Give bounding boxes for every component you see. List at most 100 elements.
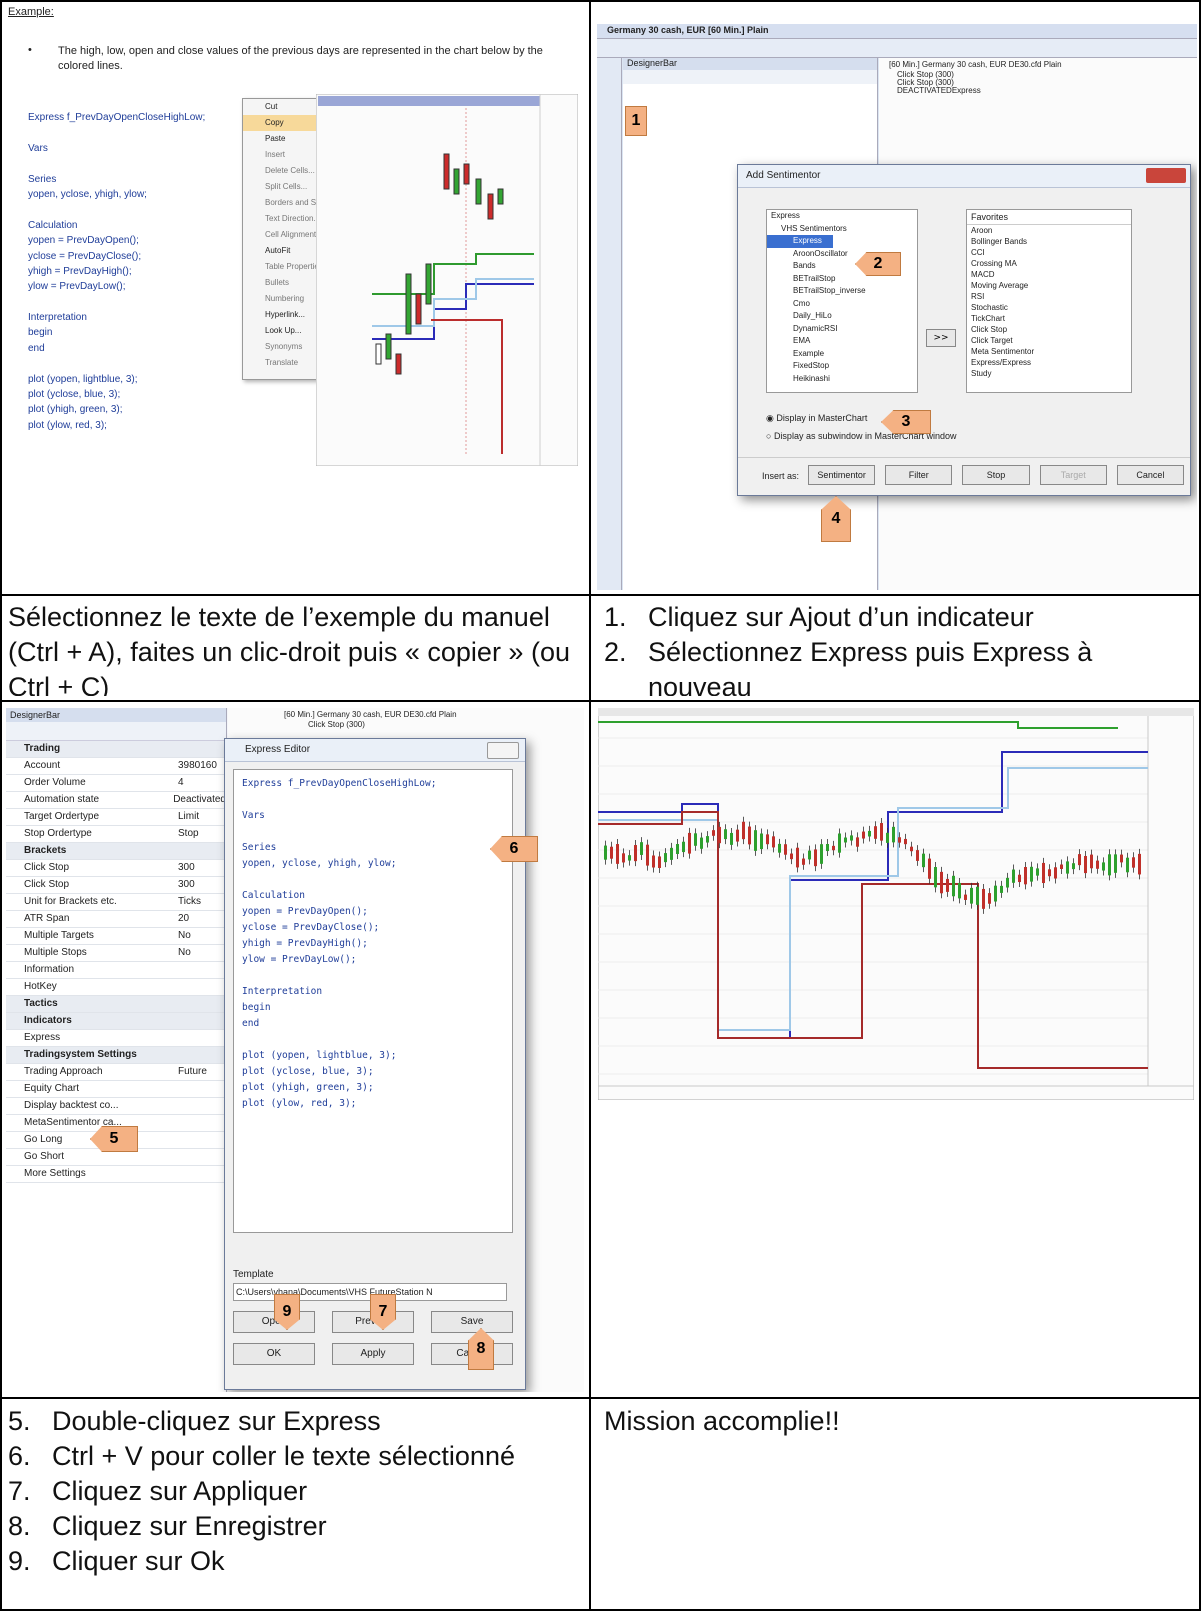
property-row[interactable]: HotKey [6, 979, 226, 996]
tree-item[interactable]: BETrailStop_inverse [767, 285, 917, 298]
editor-code-line [242, 968, 504, 984]
favorite-item[interactable]: Meta Sentimentor [967, 346, 1131, 357]
tree-item[interactable]: Example [767, 348, 917, 361]
property-row[interactable]: Automation state Deactivated [6, 792, 226, 809]
property-row[interactable]: Information [6, 962, 226, 979]
candle [1060, 864, 1063, 870]
property-row[interactable]: Unit for Brackets etc. Ticks [6, 894, 226, 911]
tree-item[interactable]: EMA [767, 335, 917, 348]
add-sentimentor-dialog: Add Sentimentor Express VHS Sentimentors E… [737, 164, 1191, 496]
favorite-item[interactable]: Click Target [967, 335, 1131, 346]
property-row[interactable]: Trading Approach Future [6, 1064, 226, 1081]
property-row[interactable]: Tradingsystem Settings [6, 1047, 226, 1064]
property-row[interactable]: Multiple Stops No [6, 945, 226, 962]
property-row[interactable]: Account 3980160 [6, 758, 226, 775]
tree-item[interactable]: Express [767, 235, 833, 248]
chart-tab[interactable]: Germany 30 cash, EUR [60 Min.] Plain [607, 25, 769, 35]
dialog-button[interactable]: Cancel [1116, 465, 1185, 485]
property-row[interactable]: Click Stop 300 [6, 877, 226, 894]
step-number: 8. [8, 1511, 31, 1541]
dialog-button[interactable]: Stop [962, 465, 1030, 485]
candle [1096, 860, 1099, 869]
property-row[interactable]: Display backtest co... [6, 1098, 226, 1115]
favorite-item[interactable]: Aroon [967, 225, 1131, 236]
apply-button[interactable]: Apply [332, 1343, 414, 1365]
designerbar-title: DesignerBar [6, 708, 226, 722]
dialog-button[interactable]: Sentimentor [808, 465, 876, 485]
tree-item[interactable]: DynamicRSI [767, 323, 917, 336]
candle [940, 871, 943, 894]
sentimentor-tree[interactable]: Express VHS Sentimentors Express AroonOscil… [766, 209, 918, 393]
divider [738, 457, 1190, 458]
candle [754, 830, 757, 851]
favorite-item[interactable]: Express/Express [967, 357, 1131, 368]
move-to-favorites-button[interactable]: >> [926, 329, 956, 347]
code-line: yclose = PrevDayClose(); [28, 250, 142, 262]
property-row[interactable]: Express [6, 1030, 226, 1047]
property-value [174, 1115, 178, 1131]
property-key: Equity Chart [24, 1083, 80, 1094]
step-text: Sélectionnez Express puis Express à nouv… [648, 637, 1093, 696]
property-value [174, 1030, 178, 1046]
property-row[interactable]: More Settings [6, 1166, 226, 1183]
tree-item[interactable]: Daily_HiLo [767, 310, 917, 323]
express-editor-dialog: Express Editor Express f_PrevDayOpenClos… [224, 738, 526, 1390]
property-row[interactable]: Equity Chart [6, 1081, 226, 1098]
close-icon[interactable] [1146, 168, 1186, 183]
editor-code-line: begin [242, 1002, 271, 1013]
tree-item[interactable]: FixedStop [767, 360, 917, 373]
property-row[interactable]: Trading [6, 741, 226, 758]
table-border-right [1199, 0, 1201, 1611]
favorite-item[interactable]: Click Stop [967, 324, 1131, 335]
property-row[interactable]: Click Stop 300 [6, 860, 226, 877]
dialog-button[interactable]: Target [1039, 465, 1107, 485]
candle [868, 830, 871, 837]
candle [694, 833, 697, 846]
ok-button[interactable]: OK [233, 1343, 315, 1365]
save-button[interactable]: Save [431, 1311, 513, 1333]
candle [916, 850, 919, 861]
property-row[interactable]: Target Ordertype Limit [6, 809, 226, 826]
favorite-item[interactable]: TickChart [967, 313, 1131, 324]
designer-panel: DesignerBar Trading Account 3980160 Order V… [6, 708, 227, 1392]
favorite-item[interactable]: Crossing MA [967, 258, 1131, 269]
property-key: Automation state [24, 794, 100, 805]
property-value [174, 1149, 178, 1165]
favorite-item[interactable]: Bollinger Bands [967, 236, 1131, 247]
close-icon[interactable] [487, 742, 519, 759]
candle [664, 853, 667, 863]
property-row[interactable]: Brackets [6, 843, 226, 860]
candle [922, 853, 925, 868]
candle [964, 894, 967, 900]
step-number: 5. [8, 1406, 31, 1436]
tree-item[interactable]: Heikinashi [767, 373, 917, 386]
editor-code-line: plot (yopen, lightblue, 3); [242, 1050, 397, 1061]
candle [712, 830, 715, 836]
property-row[interactable]: ATR Span 20 [6, 911, 226, 928]
favorite-item[interactable]: MACD [967, 269, 1131, 280]
radio-display-masterchart[interactable]: ◉ Display in MasterChart [766, 413, 867, 424]
property-row[interactable]: Multiple Targets No [6, 928, 226, 945]
code-editor[interactable]: Express f_PrevDayOpenCloseHighLow; Vars Se… [233, 769, 513, 1233]
property-row[interactable]: Indicators [6, 1013, 226, 1030]
candle [1114, 854, 1117, 873]
property-row[interactable]: Stop Ordertype Stop [6, 826, 226, 843]
favorite-item[interactable]: Moving Average [967, 280, 1131, 291]
editor-code-line [242, 1032, 504, 1048]
step-text: Double-cliquez sur Express [52, 1406, 381, 1436]
favorite-item[interactable]: Stochastic [967, 302, 1131, 313]
designerbar-title: DesignerBar [623, 58, 877, 70]
property-row[interactable]: Order Volume 4 [6, 775, 226, 792]
property-value [174, 1013, 178, 1029]
dialog-button[interactable]: Filter [885, 465, 953, 485]
property-row[interactable]: Tactics [6, 996, 226, 1013]
property-key: More Settings [24, 1168, 86, 1179]
tree-item[interactable]: Cmo [767, 298, 917, 311]
tree-item[interactable]: VHS Sentimentors [767, 223, 917, 236]
selected-code-block[interactable]: Express f_PrevDayOpenCloseHighLow; Vars Se… [28, 110, 248, 433]
chart-header: [60 Min.] Germany 30 cash, EUR DE30.cfd … [889, 60, 1062, 69]
favorite-item[interactable]: RSI [967, 291, 1131, 302]
favorite-item[interactable]: Study [967, 368, 1131, 379]
tree-item[interactable]: Express [767, 210, 917, 223]
favorite-item[interactable]: CCI [967, 247, 1131, 258]
